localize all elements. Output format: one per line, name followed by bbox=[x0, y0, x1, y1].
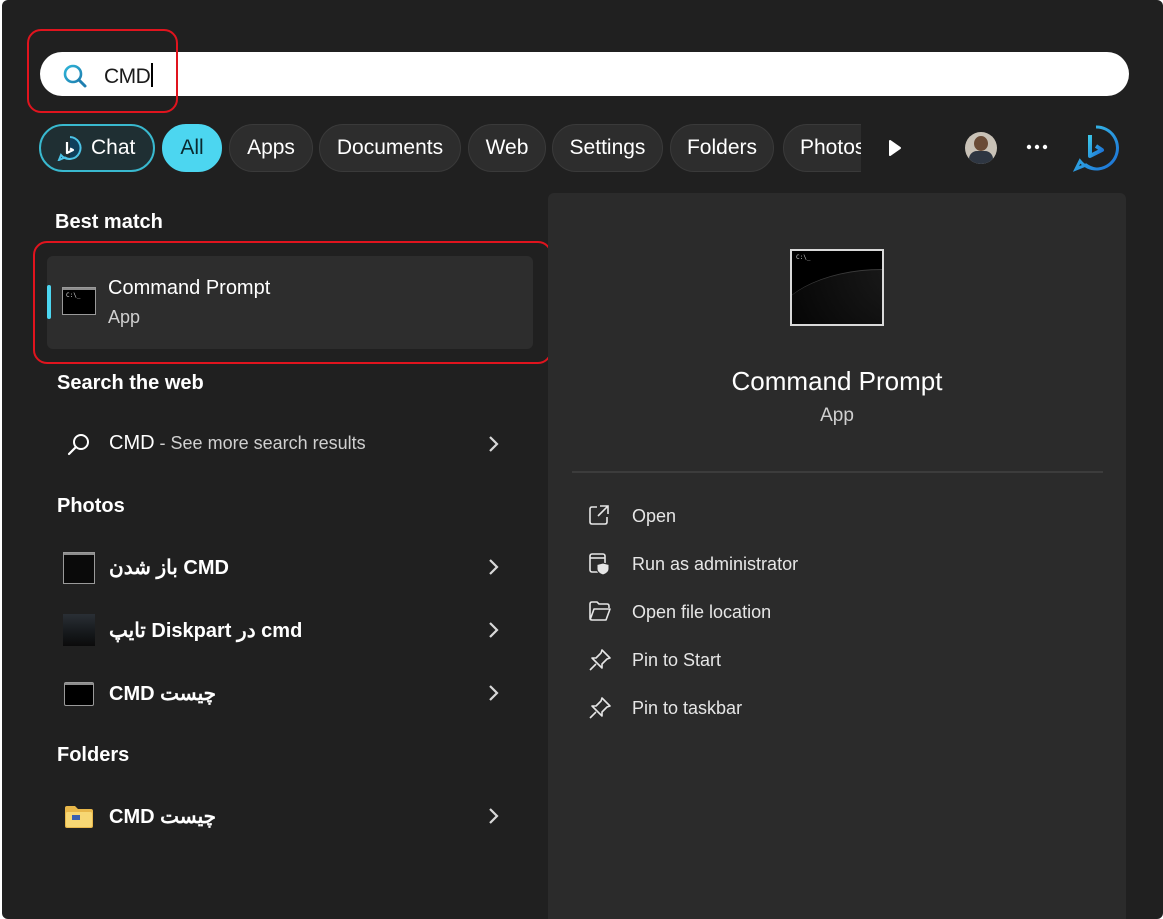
action-label: Pin to taskbar bbox=[632, 698, 743, 718]
photo-thumbnail bbox=[63, 614, 95, 646]
start-search-panel: CMD Chat All Apps Documents Web Settings… bbox=[2, 0, 1163, 919]
folders-heading: Folders bbox=[57, 744, 130, 766]
chevron-right-icon bbox=[489, 436, 499, 452]
chip-chat[interactable]: Chat bbox=[39, 124, 155, 172]
photo-result-3[interactable]: CMD چیست bbox=[47, 668, 533, 720]
photos-heading: Photos bbox=[57, 495, 125, 517]
chip-label: Settings bbox=[569, 136, 646, 159]
chip-label: Folders bbox=[686, 136, 758, 159]
bing-chat-icon bbox=[57, 136, 82, 161]
chip-all[interactable]: All bbox=[162, 124, 222, 172]
details-pane: C:\_ Command Prompt App Open Run as admi… bbox=[548, 193, 1126, 919]
details-divider bbox=[572, 471, 1103, 473]
command-prompt-large-icon: C:\_ bbox=[790, 249, 884, 326]
chip-label: All bbox=[180, 136, 204, 159]
action-pin-to-taskbar[interactable]: Pin to taskbar bbox=[588, 688, 988, 728]
chip-folders[interactable]: Folders bbox=[670, 124, 774, 172]
bing-icon[interactable] bbox=[1072, 124, 1120, 172]
action-label: Open bbox=[632, 506, 677, 526]
folder-open-icon bbox=[589, 601, 611, 621]
chip-label: Web bbox=[485, 136, 529, 159]
terminal-glow bbox=[792, 269, 882, 324]
web-suffix: - See more search results bbox=[154, 433, 366, 453]
chip-documents[interactable]: Documents bbox=[319, 124, 461, 172]
pin-icon bbox=[589, 697, 611, 719]
action-label: Pin to Start bbox=[632, 650, 722, 670]
action-label: Open file location bbox=[632, 602, 772, 622]
more-options-icon[interactable] bbox=[1026, 143, 1048, 151]
annotation-box-search bbox=[27, 29, 178, 113]
open-external-icon bbox=[589, 505, 609, 525]
folder-title: CMD چیست bbox=[109, 806, 216, 828]
pin-icon bbox=[589, 649, 611, 671]
folder-icon bbox=[65, 806, 93, 828]
chip-label: Photos bbox=[800, 136, 861, 159]
avatar[interactable] bbox=[965, 132, 997, 164]
web-result-text: CMD - See more search results bbox=[109, 432, 366, 455]
chevron-right-icon bbox=[489, 685, 499, 701]
avatar-body bbox=[969, 151, 993, 164]
search-web-heading: Search the web bbox=[57, 372, 204, 394]
search-icon bbox=[67, 434, 89, 456]
action-open[interactable]: Open bbox=[588, 496, 988, 536]
action-open-file-location[interactable]: Open file location bbox=[588, 592, 988, 632]
web-search-result[interactable]: CMD - See more search results bbox=[47, 419, 533, 471]
chip-label: Chat bbox=[91, 136, 136, 159]
photo-result-1[interactable]: باز شدن CMD bbox=[47, 542, 533, 594]
details-app-name: Command Prompt bbox=[731, 366, 943, 396]
photo-result-2[interactable]: تایپ Diskpart در cmd bbox=[47, 605, 533, 657]
photo-title: تایپ Diskpart در cmd bbox=[109, 620, 303, 642]
avatar-head bbox=[974, 136, 988, 151]
chevron-right-icon bbox=[489, 808, 499, 824]
chevron-right-icon bbox=[489, 622, 499, 638]
chip-label: Apps bbox=[247, 136, 295, 159]
chip-apps[interactable]: Apps bbox=[229, 124, 313, 172]
web-query: CMD bbox=[109, 432, 155, 454]
best-match-heading: Best match bbox=[55, 211, 163, 233]
search-box[interactable]: CMD bbox=[40, 52, 1129, 96]
chip-photos-clip: Photos bbox=[783, 124, 861, 172]
action-label: Run as administrator bbox=[632, 554, 799, 574]
chip-photos[interactable]: Photos bbox=[783, 124, 861, 172]
shield-icon bbox=[589, 553, 610, 576]
photo-thumbnail bbox=[63, 552, 95, 584]
chip-web[interactable]: Web bbox=[468, 124, 546, 172]
details-app-type: App bbox=[820, 405, 854, 426]
action-pin-to-start[interactable]: Pin to Start bbox=[588, 640, 988, 680]
chevron-right-icon bbox=[489, 559, 499, 575]
terminal-prompt-glyph: C:\_ bbox=[796, 254, 811, 261]
photo-thumbnail bbox=[64, 682, 94, 706]
chip-settings[interactable]: Settings bbox=[552, 124, 663, 172]
folder-result-1[interactable]: CMD چیست bbox=[47, 791, 533, 843]
annotation-box-best-match bbox=[33, 241, 552, 364]
chip-label: Documents bbox=[336, 136, 444, 159]
photo-title: باز شدن CMD bbox=[109, 557, 229, 579]
action-run-as-admin[interactable]: Run as administrator bbox=[588, 544, 988, 584]
scroll-right-icon[interactable] bbox=[887, 139, 903, 157]
photo-title: CMD چیست bbox=[109, 683, 216, 705]
